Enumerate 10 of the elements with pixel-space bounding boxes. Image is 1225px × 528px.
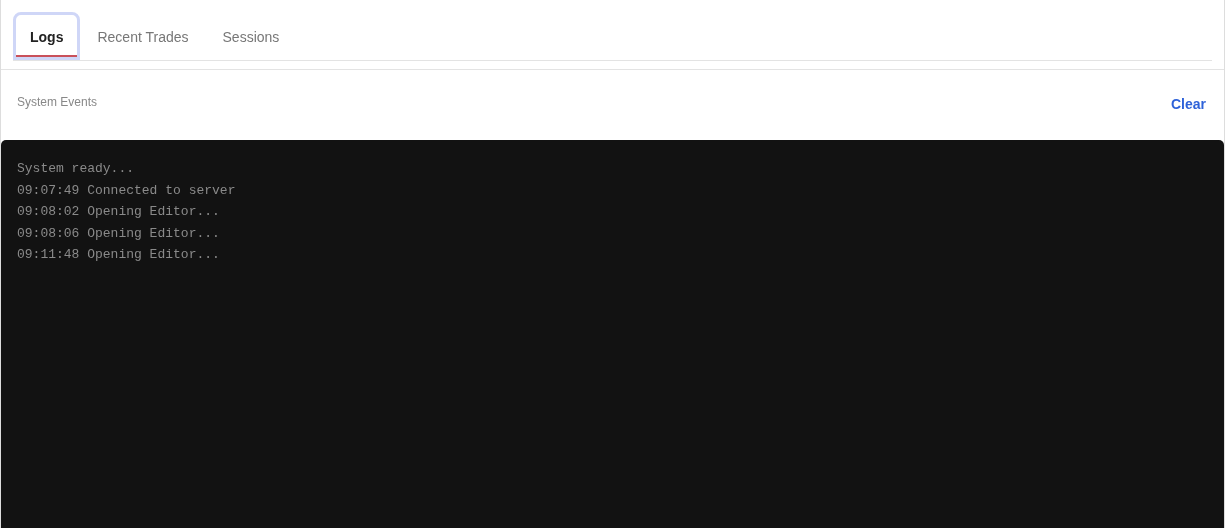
- tab[interactable]: Logs: [13, 12, 81, 60]
- log-line: 09:08:02 Opening Editor...: [17, 203, 221, 221]
- log-line: 09:08:06 Opening Editor...: [17, 224, 221, 243]
- log-line: System ready...: [17, 160, 136, 178]
- log-line: 09:11:48 Opening Editor...: [17, 246, 221, 264]
- panel-title: System Events: [17, 95, 98, 109]
- tab[interactable]: Recent Trades: [80, 12, 206, 60]
- clear-button[interactable]: Clear: [1168, 92, 1208, 116]
- tab[interactable]: Sessions: [205, 12, 297, 60]
- log-line: 09:07:49 Connected to server: [17, 181, 237, 200]
